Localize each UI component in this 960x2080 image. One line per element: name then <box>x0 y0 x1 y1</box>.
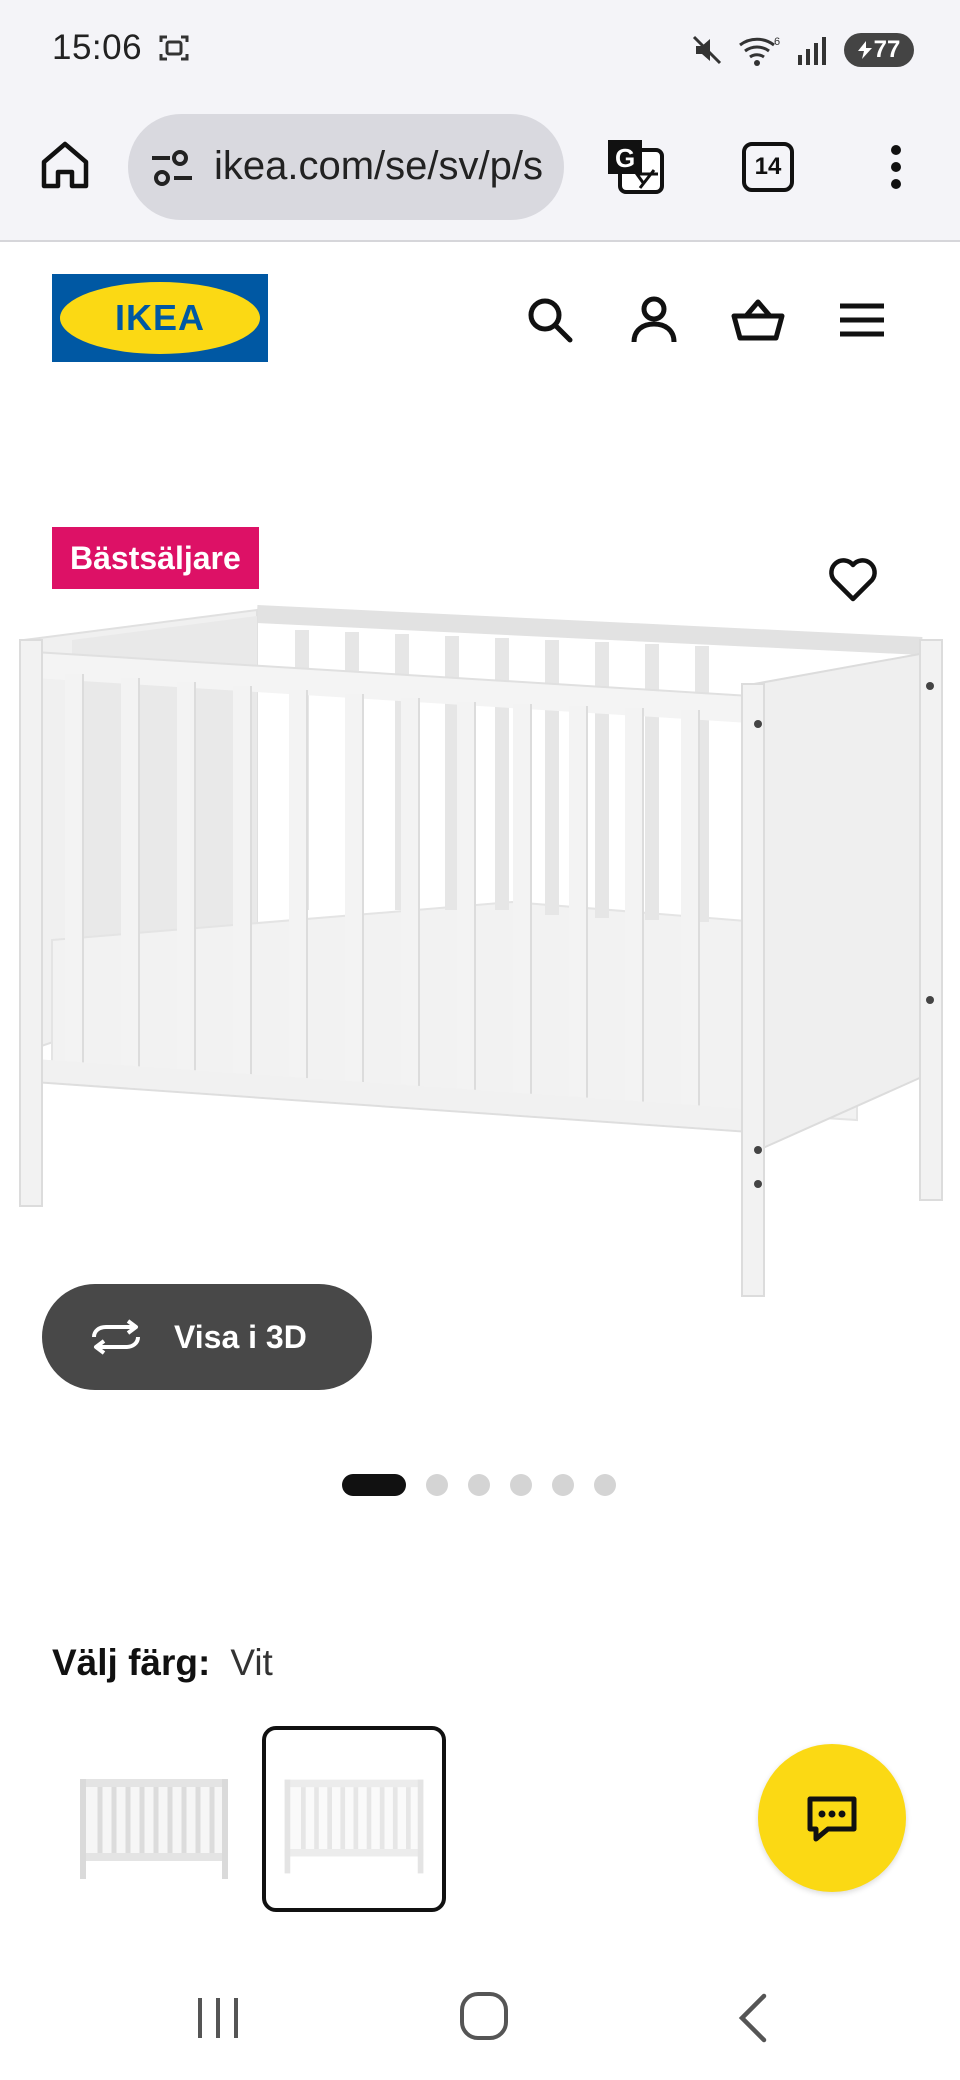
chat-icon <box>807 1796 857 1842</box>
color-label: Välj färg: <box>52 1642 211 1683</box>
carousel-dot[interactable] <box>510 1474 532 1496</box>
menu-icon[interactable] <box>834 292 890 348</box>
crib-thumbnail <box>284 1779 424 1874</box>
url-text[interactable]: ikea.com/se/sv/p/s <box>214 144 543 189</box>
screenshot-icon <box>159 35 189 61</box>
status-indicators: 6 77 <box>690 30 914 70</box>
status-bar: 15:06 6 77 <box>0 0 960 100</box>
tabs-button[interactable]: 14 <box>742 142 794 192</box>
address-bar[interactable]: ikea.com/se/sv/p/s <box>128 114 564 220</box>
heart-icon[interactable] <box>826 552 880 606</box>
back-icon[interactable] <box>730 1988 778 2048</box>
translate-icon[interactable]: G <box>604 136 666 198</box>
svg-text:6: 6 <box>774 36 780 48</box>
signal-icon <box>798 37 826 65</box>
view-in-3d-label: Visa i 3D <box>174 1318 307 1355</box>
account-icon[interactable] <box>626 292 682 348</box>
color-selector-label: Välj färg: Vit <box>52 1642 273 1684</box>
system-home-icon[interactable] <box>458 1988 510 2044</box>
cart-icon[interactable] <box>730 292 786 348</box>
site-settings-icon[interactable] <box>150 148 194 188</box>
color-value: Vit <box>230 1642 273 1683</box>
bestseller-badge: Bästsäljare <box>52 527 259 589</box>
battery-level: 77 <box>873 36 901 63</box>
status-time: 15:06 <box>52 28 143 67</box>
site-header: IKEA <box>0 244 960 384</box>
browser-toolbar: ikea.com/se/sv/p/s G 14 <box>0 100 960 242</box>
carousel-dot[interactable] <box>552 1474 574 1496</box>
recent-apps-icon[interactable] <box>190 1990 246 2046</box>
wifi-icon: 6 <box>739 36 780 66</box>
image-carousel-dots <box>342 1474 616 1496</box>
header-actions <box>522 292 890 348</box>
carousel-dot[interactable] <box>342 1474 406 1496</box>
color-swatch-selected[interactable] <box>262 1726 446 1912</box>
search-icon[interactable] <box>522 292 578 348</box>
svg-text:IKEA: IKEA <box>115 297 205 338</box>
more-options-icon[interactable] <box>880 142 912 192</box>
carousel-dot[interactable] <box>594 1474 616 1496</box>
view-in-3d-button[interactable]: Visa i 3D <box>42 1284 372 1390</box>
svg-text:G: G <box>615 143 635 173</box>
crib-thumbnail <box>80 1779 228 1879</box>
home-icon[interactable] <box>38 138 92 192</box>
charging-icon <box>857 41 872 59</box>
rotate-3d-icon <box>92 1319 140 1355</box>
system-navigation-bar <box>0 1960 960 2080</box>
chat-button[interactable] <box>758 1744 906 1892</box>
carousel-dot[interactable] <box>426 1474 448 1496</box>
ikea-logo[interactable]: IKEA <box>52 274 268 362</box>
battery-indicator: 77 <box>844 33 914 67</box>
carousel-dot[interactable] <box>468 1474 490 1496</box>
mute-icon <box>692 35 722 65</box>
color-swatch[interactable] <box>62 1728 246 1914</box>
